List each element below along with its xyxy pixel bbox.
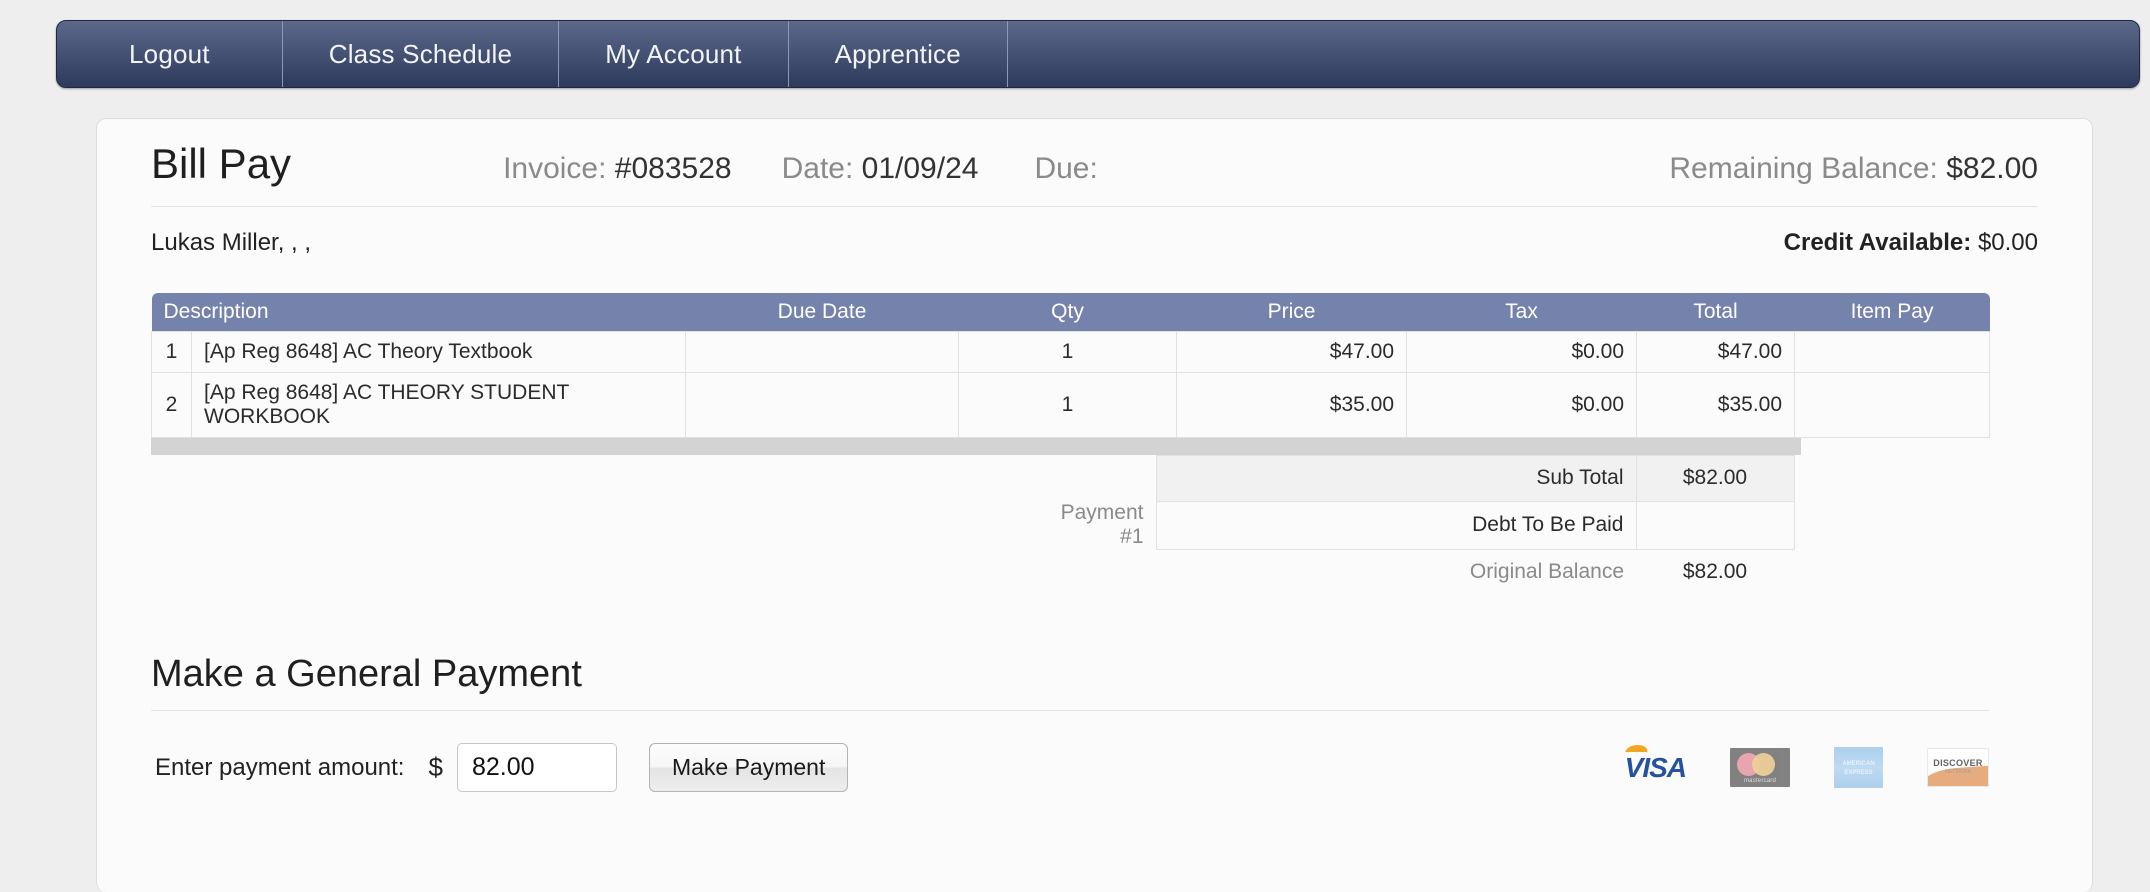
make-payment-button[interactable]: Make Payment xyxy=(648,743,849,792)
remaining-balance-label: Remaining Balance: xyxy=(1669,152,1938,185)
invoice-label: Invoice: xyxy=(503,152,607,185)
customer-name: Lukas Miller, , , xyxy=(151,229,312,256)
due-label: Due: xyxy=(1034,152,1098,185)
column-header-qty: Qty xyxy=(958,293,1177,331)
general-payment-row: Enter payment amount: $ Make Payment VIS… xyxy=(151,743,1989,792)
mastercard-right-circle-icon xyxy=(1752,753,1775,776)
nav-item-label: Class Schedule xyxy=(328,38,513,69)
payment-amount-input[interactable] xyxy=(456,743,617,792)
totals-spacer xyxy=(1794,501,1989,549)
table-row: 1 [Ap Reg 8648] AC Theory Textbook 1 $47… xyxy=(151,330,1991,373)
original-balance-label: Original Balance xyxy=(1469,560,1624,584)
sub-total-row: Sub Total $82.00 xyxy=(151,454,1989,502)
nav-item-class-schedule[interactable]: Class Schedule xyxy=(283,21,560,87)
date-field: Date: 01/09/24 xyxy=(782,152,979,186)
original-balance-value: $82.00 xyxy=(1682,560,1748,584)
row-total: $47.00 xyxy=(1636,330,1796,373)
row-item-pay[interactable] xyxy=(1794,371,1991,438)
credit-available-value: $0.00 xyxy=(1977,229,2038,256)
nav-item-label: Apprentice xyxy=(834,38,961,69)
sub-total-label: Sub Total xyxy=(1155,454,1637,502)
date-value: 01/09/24 xyxy=(861,152,979,185)
row-price: $47.00 xyxy=(1176,330,1408,373)
column-header-total: Total xyxy=(1636,293,1795,331)
row-qty: 1 xyxy=(958,330,1178,373)
column-header-item-pay: Item Pay xyxy=(1794,293,1990,331)
debt-to-be-paid-value[interactable] xyxy=(1635,500,1795,550)
row-qty: 1 xyxy=(958,371,1178,438)
nav-item-my-account[interactable]: My Account xyxy=(559,21,789,87)
invoice-field: Invoice: #083528 xyxy=(503,152,732,186)
invoice-value: #083528 xyxy=(614,152,732,185)
accepted-cards-group: VISA mastercard AMERICAN EXPRESS DISCOVE… xyxy=(1625,747,1989,788)
row-due-date xyxy=(685,371,960,438)
totals-spacer xyxy=(1024,455,1156,501)
main-navigation-bar: Logout Class Schedule My Account Apprent… xyxy=(56,20,2140,88)
nav-item-logout[interactable]: Logout xyxy=(57,21,283,87)
column-header-due-date: Due Date xyxy=(685,293,959,331)
row-tax: $0.00 xyxy=(1406,330,1638,373)
original-balance-row: Original Balance $82.00 xyxy=(151,549,1989,595)
nav-empty-area xyxy=(1008,21,2139,87)
due-field: Due: xyxy=(1034,152,1097,186)
table-row: 2 [Ap Reg 8648] AC THEORY STUDENT WORKBO… xyxy=(151,371,1991,438)
invoice-totals: Sub Total $82.00 Payment #1 Debt To Be P… xyxy=(151,454,1989,596)
page-title: Bill Pay xyxy=(151,140,292,187)
credit-available-field: Credit Available: $0.00 xyxy=(1784,229,2038,257)
visa-card-logo: VISA xyxy=(1624,751,1687,783)
discover-label: DISCOVER xyxy=(1933,758,1983,768)
row-price: $35.00 xyxy=(1176,371,1408,438)
column-header-description: Description xyxy=(151,293,686,331)
nav-item-apprentice[interactable]: Apprentice xyxy=(789,21,1008,87)
amex-card-logo: AMERICAN EXPRESS xyxy=(1834,747,1883,788)
mastercard-label: mastercard xyxy=(1743,778,1776,784)
remaining-balance-field: Remaining Balance: $82.00 xyxy=(1669,152,2038,186)
debt-to-be-paid-label: Debt To Be Paid xyxy=(1155,500,1637,550)
general-payment-heading: Make a General Payment xyxy=(151,653,1989,711)
nav-item-label: My Account xyxy=(605,38,742,69)
nav-item-label: Logout xyxy=(129,38,210,69)
date-label: Date: xyxy=(781,152,854,185)
sub-total-value: $82.00 xyxy=(1635,454,1795,502)
bill-pay-card: Bill Pay Invoice: #083528 Date: 01/09/24… xyxy=(96,118,2093,892)
table-header-row: Description Due Date Qty Price Tax Total… xyxy=(151,293,1990,331)
row-index: 2 xyxy=(151,371,192,438)
totals-spacer xyxy=(151,501,1024,549)
totals-spacer xyxy=(1024,549,1156,595)
totals-spacer xyxy=(151,455,1024,501)
row-index: 1 xyxy=(151,330,192,373)
invoice-items-table-wrapper: Description Due Date Qty Price Tax Total… xyxy=(151,293,1991,455)
row-description: [Ap Reg 8648] AC Theory Textbook xyxy=(190,330,687,373)
totals-spacer xyxy=(1794,549,1989,595)
row-total: $35.00 xyxy=(1636,371,1796,438)
row-item-pay[interactable] xyxy=(1794,330,1991,373)
column-header-price: Price xyxy=(1176,293,1407,331)
invoice-items-table: Description Due Date Qty Price Tax Total… xyxy=(151,293,1991,438)
table-bottom-spacer xyxy=(151,437,1801,455)
currency-symbol: $ xyxy=(428,752,443,782)
totals-spacer xyxy=(151,549,1024,595)
row-tax: $0.00 xyxy=(1406,371,1638,438)
discover-card-logo: DISCOVER NETWORK xyxy=(1927,748,1989,787)
column-header-tax: Tax xyxy=(1406,293,1637,331)
credit-available-label: Credit Available: xyxy=(1783,229,1972,256)
debt-to-be-paid-row: Payment #1 Debt To Be Paid xyxy=(151,500,1989,550)
totals-spacer xyxy=(1794,455,1989,501)
invoice-totals-table: Sub Total $82.00 Payment #1 Debt To Be P… xyxy=(151,454,1989,596)
remaining-balance-value: $82.00 xyxy=(1946,152,2038,185)
row-due-date xyxy=(685,330,960,373)
payment-amount-label: Enter payment amount: xyxy=(155,753,405,781)
amex-label: AMERICAN EXPRESS xyxy=(1842,761,1875,776)
customer-row: Lukas Miller, , , Credit Available: $0.0… xyxy=(151,207,2038,267)
payment-number-label: Payment #1 xyxy=(1060,501,1144,548)
bill-pay-header: Bill Pay Invoice: #083528 Date: 01/09/24… xyxy=(151,143,2038,207)
mastercard-card-logo: mastercard xyxy=(1730,748,1790,787)
discover-sublabel: NETWORK xyxy=(1945,769,1971,775)
row-description: [Ap Reg 8648] AC THEORY STUDENT WORKBOOK xyxy=(190,371,687,438)
